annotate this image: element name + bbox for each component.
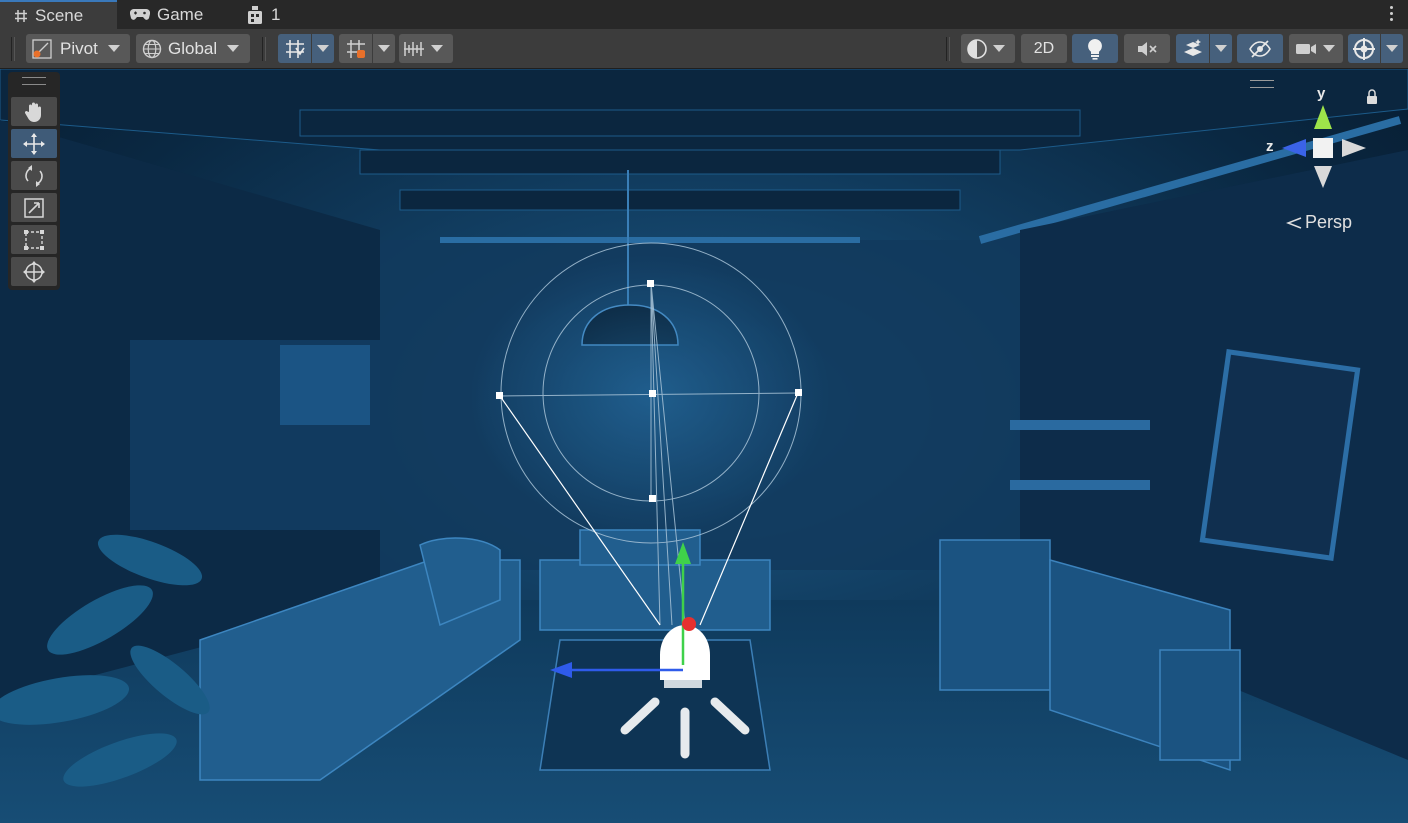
globe-icon	[142, 39, 162, 59]
rotate-tool[interactable]	[11, 161, 57, 190]
effects-button[interactable]	[1176, 34, 1209, 63]
gizmos-dropdown[interactable]	[1381, 34, 1403, 63]
gizmo-grip[interactable]	[1250, 80, 1274, 88]
move-icon	[22, 132, 46, 156]
lightbulb-icon	[1086, 38, 1104, 60]
chevron-down-icon	[993, 45, 1005, 52]
effects-dropdown[interactable]	[1210, 34, 1232, 63]
snap-increment-dropdown[interactable]	[373, 34, 395, 63]
projection-label: Persp	[1305, 212, 1353, 232]
chevron-down-icon	[431, 45, 443, 52]
projection-toggle[interactable]: Persp	[1286, 212, 1352, 233]
tab-game[interactable]: Game	[130, 0, 203, 29]
chevron-down-icon	[1215, 45, 1227, 52]
global-label: Global	[168, 38, 218, 58]
ruler-dropdown[interactable]	[399, 34, 453, 63]
camera-icon	[1295, 41, 1317, 57]
more-options-icon[interactable]	[1390, 6, 1394, 24]
visibility-icon	[1248, 39, 1272, 59]
tab-hierarchy-count[interactable]: 1	[246, 0, 280, 29]
tab-scene[interactable]: Scene	[0, 0, 117, 29]
tools-palette	[8, 72, 60, 290]
pivot-label: Pivot	[60, 38, 98, 58]
chevron-down-icon	[107, 45, 120, 52]
snap-increment-button[interactable]	[339, 34, 372, 63]
chevron-down-icon	[1386, 45, 1398, 52]
scene-visibility-toggle[interactable]	[1237, 34, 1283, 63]
gizmos-button[interactable]	[1348, 34, 1380, 63]
tools-palette-grip[interactable]	[8, 72, 60, 90]
mode-2d-label: 2D	[1033, 39, 1055, 57]
gamepad-icon	[130, 8, 150, 21]
scale-icon	[23, 197, 45, 219]
lighting-toggle[interactable]	[1072, 34, 1118, 63]
grid-snap-button[interactable]	[278, 34, 311, 63]
gizmo-y-label[interactable]: y	[1317, 85, 1325, 102]
toolbar-grip[interactable]	[11, 37, 15, 61]
tab-game-label: Game	[157, 4, 204, 24]
effects-icon	[1182, 38, 1204, 60]
chevron-down-icon	[227, 45, 240, 52]
pivot-dropdown[interactable]: Pivot	[26, 34, 130, 63]
chevron-down-icon	[317, 45, 329, 52]
audio-toggle[interactable]	[1124, 34, 1170, 63]
shading-mode-icon	[966, 38, 988, 60]
audio-mute-icon	[1136, 39, 1158, 59]
transform-icon	[22, 260, 46, 284]
gizmos-icon	[1352, 37, 1376, 61]
rect-tool[interactable]	[11, 225, 57, 254]
perspective-icon	[1286, 216, 1302, 230]
gizmo-z-label[interactable]: z	[1266, 138, 1274, 155]
hand-tool[interactable]	[11, 97, 57, 126]
scene-render	[0, 69, 1408, 823]
hierarchy-node-icon	[246, 5, 264, 25]
toolbar-grip[interactable]	[946, 37, 950, 61]
transform-tool[interactable]	[11, 257, 57, 286]
scene-toolbar: Pivot Global 2D	[0, 29, 1408, 69]
mode-2d-button[interactable]: 2D	[1021, 34, 1067, 63]
tab-bar: Scene Game 1	[0, 0, 1408, 29]
chevron-down-icon	[1323, 45, 1335, 52]
rotate-icon	[23, 164, 45, 187]
ruler-icon	[402, 38, 426, 60]
toolbar-grip[interactable]	[262, 37, 266, 61]
move-tool[interactable]	[11, 129, 57, 158]
tab-count-label: 1	[271, 4, 281, 24]
scale-tool[interactable]	[11, 193, 57, 222]
tab-scene-label: Scene	[35, 5, 84, 25]
grid-snap-dropdown[interactable]	[312, 34, 334, 63]
chevron-down-icon	[378, 45, 390, 52]
shading-mode-dropdown[interactable]	[961, 34, 1015, 63]
global-dropdown[interactable]: Global	[136, 34, 250, 63]
scene-viewport[interactable]: y z	[0, 69, 1408, 823]
snap-increment-icon	[345, 38, 367, 60]
camera-dropdown[interactable]	[1289, 34, 1343, 63]
pivot-icon	[32, 38, 52, 59]
hand-icon	[23, 101, 45, 123]
rect-icon	[23, 229, 45, 251]
grid-snap-icon	[284, 38, 306, 60]
hash-icon	[14, 9, 28, 23]
